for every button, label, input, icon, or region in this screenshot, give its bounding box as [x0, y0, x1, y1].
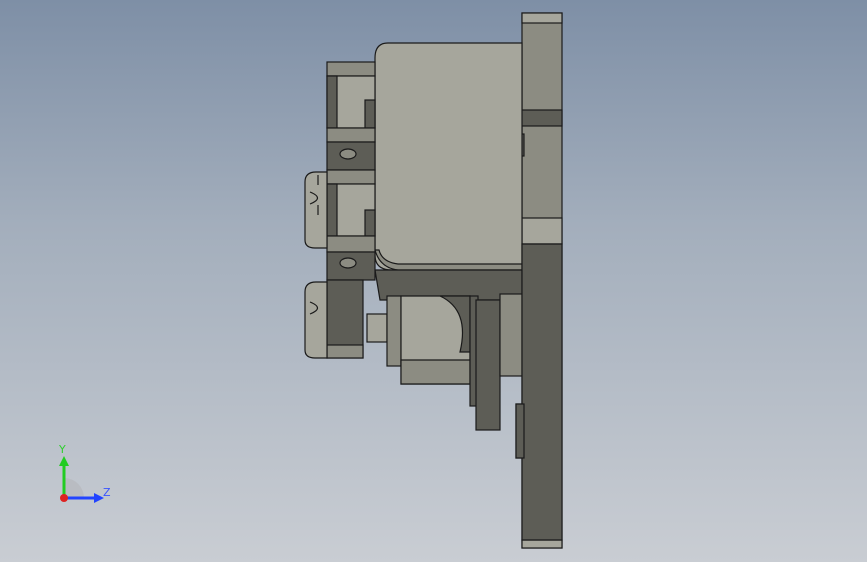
- hex-nut: [366, 313, 388, 343]
- triad-quadrant: [64, 478, 84, 498]
- upper-knob: [304, 171, 328, 249]
- motor-flange: [475, 299, 501, 431]
- lower-knob: [304, 281, 328, 359]
- y-axis-label: Y: [59, 443, 66, 456]
- plate-slot: [521, 217, 563, 245]
- z-axis-label: Z: [103, 486, 111, 499]
- x-axis-dot: [60, 494, 68, 502]
- main-housing-block: [374, 42, 523, 271]
- mechanical-assembly-side-view[interactable]: [0, 0, 867, 562]
- cad-graphics-viewport[interactable]: Y Z: [0, 0, 867, 562]
